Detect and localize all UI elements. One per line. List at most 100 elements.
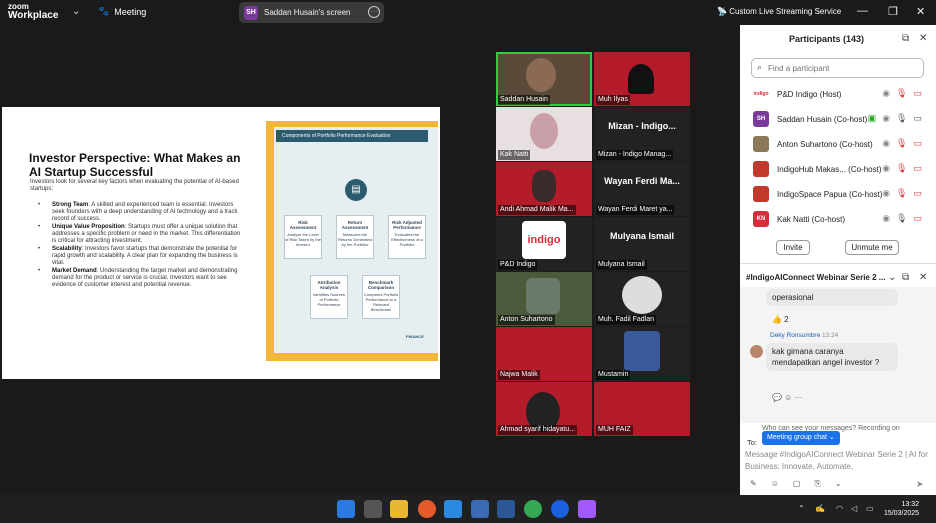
vscode-icon[interactable] <box>444 500 462 518</box>
tile-label: Muh Ilyas <box>596 95 630 105</box>
chat-messages: operasional 👍 2 Deky Ronsumbre 13:24 kak… <box>740 287 936 423</box>
search-input[interactable] <box>768 61 918 75</box>
participant-row[interactable]: KN Kak Natti (Co-host) ◉ 🎙 ▭ <box>740 207 936 232</box>
minimize-button[interactable]: — <box>857 5 868 17</box>
invite-button[interactable]: Invite <box>776 240 810 255</box>
video-tile[interactable]: Ahmad syarif hidayatu... <box>496 382 592 436</box>
recipient-dropdown[interactable]: Meeting group chat ⌄ <box>762 431 840 445</box>
maximize-button[interactable]: ❐ <box>888 5 898 18</box>
video-tile[interactable]: Wayan Ferdi Ma... Wayan Ferdi Maret ya..… <box>594 162 690 216</box>
task-view-icon[interactable] <box>364 500 382 518</box>
unmute-me-button[interactable]: Unmute me <box>845 240 899 255</box>
close-icon[interactable]: ✕ <box>919 272 927 283</box>
send-icon[interactable]: ➤ <box>916 479 924 490</box>
participants-title: Participants (143) <box>789 34 865 44</box>
sharer-avatar: SH <box>244 5 258 20</box>
start-icon[interactable] <box>337 500 355 518</box>
tile-label: MUH FAIZ <box>596 425 633 435</box>
participant-row[interactable]: Anton Suhartono (Co-host) ◉ 🎙 ▭ <box>740 132 936 157</box>
shared-screen: Investor Perspective: What Makes an AI S… <box>2 107 440 379</box>
chat-input[interactable]: Message #IndigoAIConnect Webinar Serie 2… <box>745 449 929 473</box>
windows-taskbar: ⌃ ✍ ◠ ◁ ▭ 13:32 15/03/2025 <box>0 495 936 523</box>
participant-row[interactable]: indigo P&D Indigo (Host) ◉ 🎙 ▭ <box>740 82 936 107</box>
chevron-down-icon[interactable]: ⌄ <box>835 479 842 489</box>
live-streaming-indicator[interactable]: 📡 Custom Live Streaming Service <box>717 7 841 16</box>
video-tile[interactable]: Saddan Husain <box>496 52 592 106</box>
avatar-silhouette <box>628 64 654 94</box>
video-tile[interactable]: Kak Natti <box>496 107 592 161</box>
reaction-badge[interactable]: 👍 2 <box>772 315 789 324</box>
close-button[interactable]: ✕ <box>916 5 925 18</box>
chat-toolbar: ✎ ☺ ▢ ⎘ ⌄ <box>750 479 842 489</box>
wifi-icon[interactable]: ◠ <box>836 504 843 513</box>
video-off-icon: ▭ <box>913 188 922 198</box>
more-options-icon[interactable]: ··· <box>368 6 380 18</box>
slide-bullet-list: Strong Team: A skilled and experienced t… <box>38 202 243 290</box>
logo-line2: Workplace <box>8 10 59 21</box>
video-icon: ▭ <box>913 113 922 123</box>
video-tile[interactable]: Muh Ilyas <box>594 52 690 106</box>
zoom-icon[interactable] <box>551 500 569 518</box>
volume-icon[interactable]: ◁ <box>851 504 857 513</box>
side-panel: Participants (143) ⧉ ✕ ⌕ indigo P&D Indi… <box>740 25 936 495</box>
format-icon[interactable]: ✎ <box>750 479 757 489</box>
eye-icon: ◉ <box>882 138 891 148</box>
video-tile[interactable]: Andi Ahmad Malik Ma... <box>496 162 592 216</box>
avatar: KN <box>753 211 769 227</box>
chrome-icon[interactable] <box>524 500 542 518</box>
participant-row[interactable]: SH Saddan Husain (Co-host) ▣ ◉ 🎙 ▭ <box>740 107 936 132</box>
participant-search[interactable]: ⌕ <box>751 58 924 78</box>
participant-name: Anton Suhartono (Co-host) <box>777 140 873 149</box>
broadcast-icon: 📡 <box>717 7 727 16</box>
zoom-logo: zoom Workplace <box>8 2 59 21</box>
video-tile[interactable]: Muh. Fadil Fadlan <box>594 272 690 326</box>
video-tile[interactable]: Mulyana Ismail Mulyana Ismail <box>594 217 690 271</box>
chevron-down-icon[interactable]: ⌄ <box>72 6 80 17</box>
card-header: Components of Portfolio Performance Eval… <box>276 130 428 142</box>
video-tile[interactable]: Mizan - Indigo... Mizan - Indigo Manag..… <box>594 107 690 161</box>
screenshot-icon[interactable]: ⎘ <box>814 479 820 489</box>
popout-icon[interactable]: ⧉ <box>902 33 909 44</box>
avatar <box>750 345 763 358</box>
video-tile[interactable]: Mustamin <box>594 327 690 381</box>
video-tile[interactable]: Najwa Malik <box>496 327 592 381</box>
pen-icon[interactable]: ✍ <box>815 504 825 513</box>
file-explorer-icon[interactable] <box>390 500 408 518</box>
video-tile[interactable]: MUH FAIZ <box>594 382 690 436</box>
participant-status: ▣ ◉ 🎙 ▭ <box>868 113 922 124</box>
battery-icon[interactable]: ▭ <box>866 504 874 513</box>
word-icon[interactable] <box>497 500 515 518</box>
file-icon[interactable]: ▢ <box>793 479 801 489</box>
portfolio-card: Components of Portfolio Performance Eval… <box>274 127 438 353</box>
tile-label: Mulyana Ismail <box>596 260 647 270</box>
participant-status: ◉ 🎙 ▭ <box>882 163 922 174</box>
figma-icon[interactable] <box>578 500 596 518</box>
emoji-icon[interactable]: ☺ <box>771 479 779 489</box>
mic-icon: 🎙 <box>896 213 908 223</box>
popout-icon[interactable]: ⧉ <box>902 272 909 283</box>
chevron-down-icon[interactable]: ⌄ <box>888 272 896 283</box>
video-tile[interactable]: Anton Suhartono <box>496 272 592 326</box>
browser-icon[interactable] <box>418 500 436 518</box>
chevron-up-icon[interactable]: ⌃ <box>798 504 805 513</box>
meeting-menu[interactable]: 🐾 Meeting <box>98 6 146 17</box>
message-sender: Deky Ronsumbre 13:24 <box>770 332 839 339</box>
avatar <box>753 161 769 177</box>
search-icon: ⌕ <box>757 62 763 72</box>
slide-title: Investor Perspective: What Makes an AI S… <box>29 151 241 179</box>
card-box: Risk Assessment Analyze the Level of Risk… <box>284 215 322 259</box>
list-item: Scalability: Investors favor startups th… <box>38 246 243 267</box>
mic-muted-icon: 🎙 <box>896 138 908 148</box>
notes-icon[interactable] <box>471 500 489 518</box>
tile-label: Anton Suhartono <box>498 315 555 325</box>
mic-muted-icon: 🎙 <box>896 88 908 98</box>
message-actions[interactable]: 💬 ☺ ··· <box>772 393 803 402</box>
card-box: Risk Adjusted Performance Evaluates the E… <box>388 215 426 259</box>
video-tile[interactable]: indigo P&D Indigo <box>496 217 592 271</box>
participant-status: ◉ 🎙 ▭ <box>882 138 922 149</box>
close-icon[interactable]: ✕ <box>919 33 927 44</box>
participant-row[interactable]: IndigoSpace Papua (Co-host) ◉ 🎙 ▭ <box>740 182 936 207</box>
participant-row[interactable]: IndigoHub Makas... (Co-host) ◉ 🎙 ▭ <box>740 157 936 182</box>
system-clock[interactable]: 13:32 15/03/2025 <box>884 500 919 518</box>
screen-share-indicator[interactable]: SH Saddan Husain's screen ··· <box>239 2 384 23</box>
